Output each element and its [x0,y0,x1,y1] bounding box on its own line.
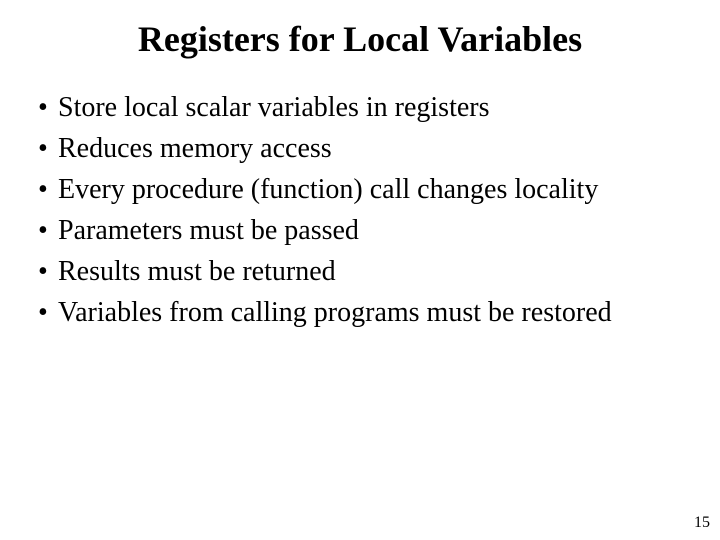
bullet-item: Every procedure (function) call changes … [30,172,690,207]
bullet-list: Store local scalar variables in register… [30,90,690,330]
slide-title: Registers for Local Variables [0,0,720,70]
page-number: 15 [694,514,710,532]
bullet-item: Parameters must be passed [30,213,690,248]
slide: Registers for Local Variables Store loca… [0,0,720,540]
bullet-item: Store local scalar variables in register… [30,90,690,125]
slide-body: Store local scalar variables in register… [0,70,720,330]
bullet-item: Variables from calling programs must be … [30,295,690,330]
bullet-item: Reduces memory access [30,131,690,166]
bullet-item: Results must be returned [30,254,690,289]
